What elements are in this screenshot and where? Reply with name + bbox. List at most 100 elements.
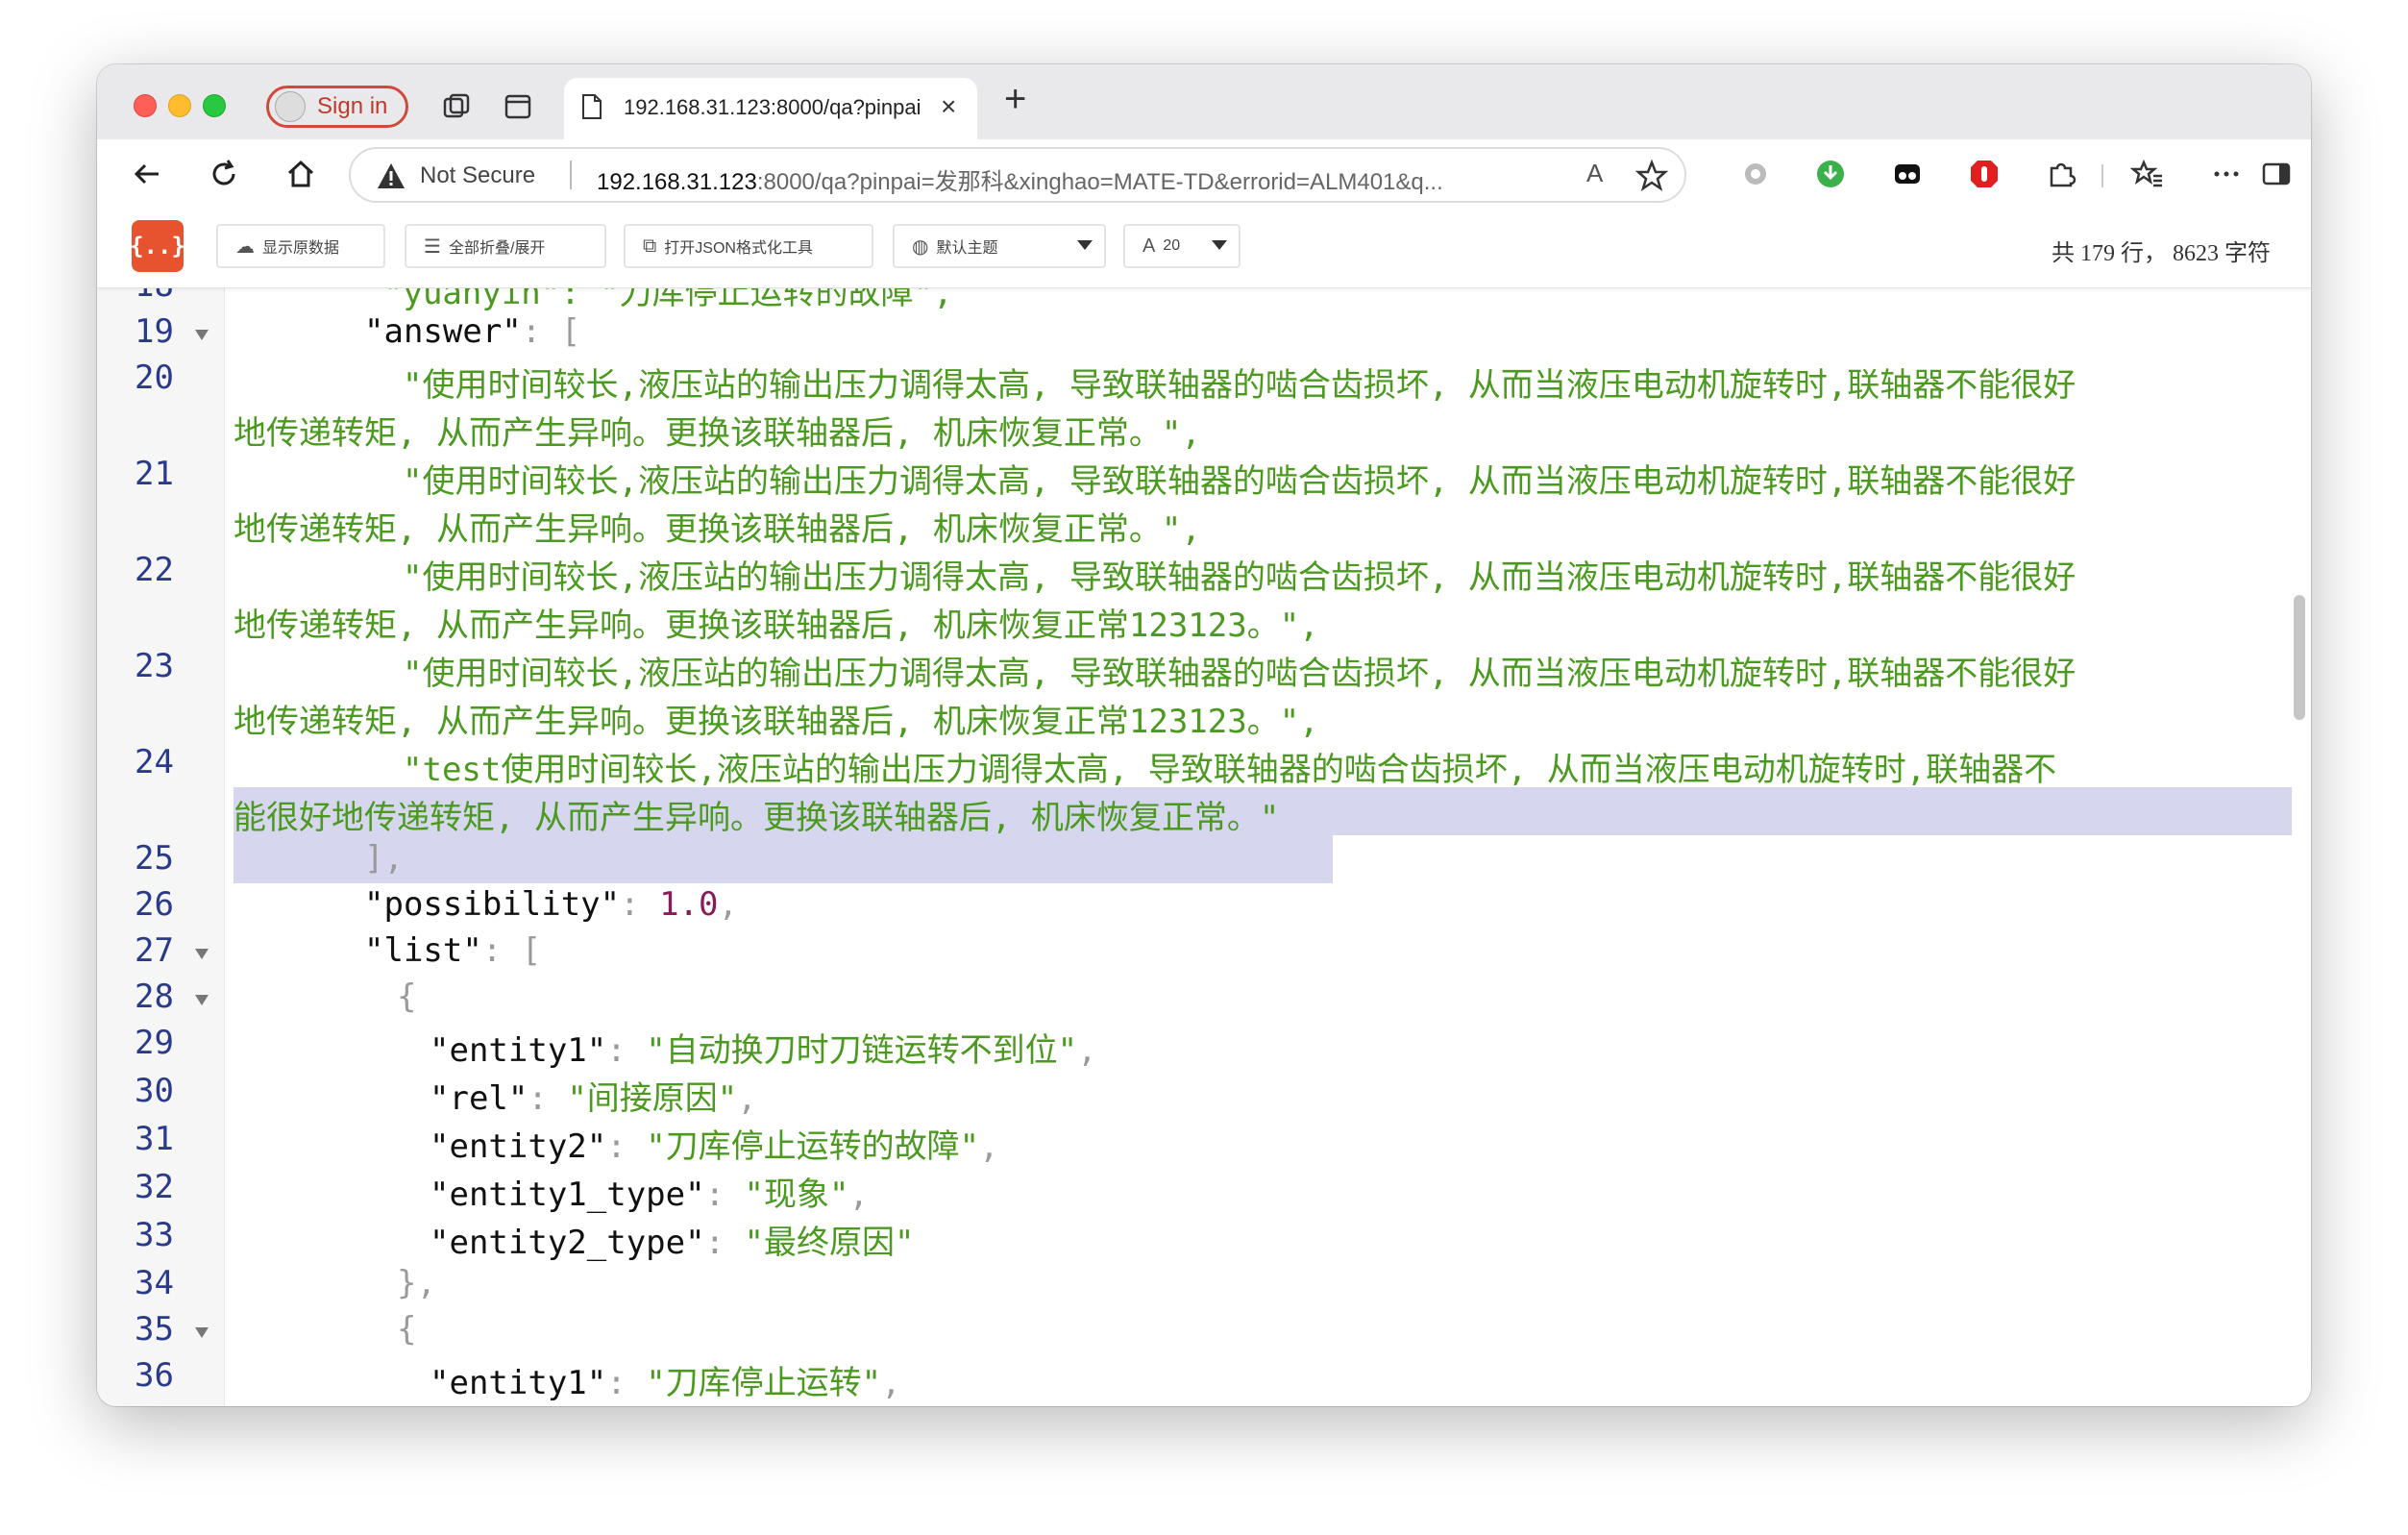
tab-bar: Sign in 192.168.31.123:8000/qa?pinpai × … xyxy=(97,64,2311,139)
code-line: "answer": [ xyxy=(364,312,581,351)
line-number: 28 xyxy=(135,978,174,1016)
url-rest: :8000/qa?pinpai=发那科&xinghao=MATE-TD&erro… xyxy=(756,169,1443,195)
json-string: "现象" xyxy=(744,1176,849,1214)
star-icon[interactable] xyxy=(1634,159,1669,193)
extension-icon[interactable] xyxy=(1738,157,1773,191)
workspaces-icon[interactable] xyxy=(439,89,474,124)
line-number: 19 xyxy=(135,312,174,351)
chevron-down-icon xyxy=(1077,240,1093,250)
read-aloud-icon[interactable]: A xyxy=(1586,159,1603,188)
line-number: 36 xyxy=(135,1356,174,1395)
fold-arrow-icon[interactable] xyxy=(195,330,209,340)
theme-select[interactable]: ◍ 默认主题 xyxy=(893,224,1106,268)
code-line: "使用时间较长,液压站的输出压力调得太高, 导致联轴器的啮合齿损坏, 从而当液压… xyxy=(403,462,2076,501)
code-line: "possibility": 1.0, xyxy=(364,885,738,924)
divider xyxy=(570,161,572,189)
line-number: 22 xyxy=(135,551,174,589)
close-window-button[interactable] xyxy=(134,94,157,117)
code-line-wrap: 地传递转矩, 从而产生异响。更换该联轴器后, 机床恢复正常123123。", xyxy=(233,607,1319,645)
sign-in-button[interactable]: Sign in xyxy=(266,86,408,128)
fold-all-label: 全部折叠/展开 xyxy=(448,240,546,257)
maximize-window-button[interactable] xyxy=(203,94,226,117)
json-key: "rel" xyxy=(430,1079,528,1118)
code-area[interactable]: "yuanyin": "刀库停止运转的故障", "answer": [ "使用时… xyxy=(233,274,2292,1406)
fold-arrow-icon[interactable] xyxy=(195,995,209,1005)
json-string: "间接原因" xyxy=(567,1079,738,1118)
url-host: 192.168.31.123 xyxy=(597,169,757,195)
open-json-tool-button[interactable]: ⧉ 打开JSON格式化工具 xyxy=(624,224,873,268)
security-label[interactable]: Not Secure xyxy=(420,162,535,189)
json-editor[interactable]: 18 19 20 21 22 23 24 25 26 27 28 29 30 3… xyxy=(97,266,2311,1406)
code-line: }, xyxy=(397,1264,436,1302)
home-icon[interactable] xyxy=(283,157,318,191)
fold-icon: ☰ xyxy=(424,235,441,258)
code-line: "list": [ xyxy=(364,931,542,970)
address-bar[interactable]: Not Secure 192.168.31.123:8000/qa?pinpai… xyxy=(349,147,1686,203)
line-number: 35 xyxy=(135,1310,174,1349)
sidebar-icon[interactable] xyxy=(2259,157,2294,191)
tab-title: 192.168.31.123:8000/qa?pinpai xyxy=(624,95,921,119)
line-number-gutter: 18 19 20 21 22 23 24 25 26 27 28 29 30 3… xyxy=(97,266,225,1406)
line-number: 25 xyxy=(135,839,174,878)
json-handle-logo: {..} xyxy=(130,220,185,272)
line-number: 21 xyxy=(135,455,174,493)
back-icon[interactable] xyxy=(130,157,164,191)
json-string: "刀库停止运转的故障" xyxy=(646,1127,980,1166)
code-line: ], xyxy=(364,839,404,878)
line-number: 20 xyxy=(135,359,174,397)
font-size-select[interactable]: A 20 xyxy=(1123,224,1241,268)
browser-window: Sign in 192.168.31.123:8000/qa?pinpai × … xyxy=(97,64,2311,1406)
line-number: 23 xyxy=(135,647,174,685)
font-size-value: 20 xyxy=(1163,237,1181,254)
line-number: 31 xyxy=(135,1120,174,1158)
json-string: "刀库停止运转" xyxy=(646,1364,882,1402)
page-icon xyxy=(582,94,602,119)
json-key: "entity1" xyxy=(430,1031,607,1070)
line-number: 27 xyxy=(135,931,174,970)
line-number: 26 xyxy=(135,885,174,924)
active-tab[interactable]: 192.168.31.123:8000/qa?pinpai × xyxy=(564,78,977,139)
more-icon[interactable] xyxy=(2209,157,2244,191)
vertical-scrollbar[interactable] xyxy=(2294,595,2305,720)
warning-icon[interactable] xyxy=(376,161,406,190)
close-tab-icon[interactable]: × xyxy=(941,91,956,122)
toolbar-divider xyxy=(2101,164,2103,187)
json-key: "list" xyxy=(364,931,482,970)
adblock-icon[interactable] xyxy=(1967,157,2002,191)
line-number: 24 xyxy=(135,743,174,781)
minimize-window-button[interactable] xyxy=(168,94,191,117)
code-line: "entity1": "刀库停止运转", xyxy=(430,1364,901,1402)
fold-all-button[interactable]: ☰ 全部折叠/展开 xyxy=(405,224,606,268)
document-stats: 共 179 行， 8623 字符 xyxy=(2052,241,2271,266)
json-key: "entity1_type" xyxy=(430,1176,705,1214)
code-line: { xyxy=(397,1310,417,1349)
collections-icon[interactable] xyxy=(1890,157,1925,191)
navigation-bar: Not Secure 192.168.31.123:8000/qa?pinpai… xyxy=(97,139,2311,210)
code-line: "entity2_type": "最终原因" xyxy=(430,1224,915,1262)
json-key: "possibility" xyxy=(364,885,621,924)
new-tab-button[interactable]: + xyxy=(1004,78,1026,121)
puzzle-icon[interactable] xyxy=(2044,157,2078,191)
json-key: "answer" xyxy=(364,312,522,351)
line-number: 32 xyxy=(135,1168,174,1206)
json-key: "entity1" xyxy=(430,1364,607,1402)
fold-arrow-icon[interactable] xyxy=(195,1327,209,1338)
code-line-wrap: 地传递转矩, 从而产生异响。更换该联轴器后, 机床恢复正常123123。", xyxy=(233,703,1319,741)
favorites-icon[interactable] xyxy=(2130,157,2165,191)
code-line-selected-wrap: 能很好地传递转矩, 从而产生异响。更换该联轴器后, 机床恢复正常。" xyxy=(233,799,1280,837)
json-string: "最终原因" xyxy=(744,1224,915,1262)
download-icon[interactable] xyxy=(1813,157,1848,191)
reload-icon[interactable] xyxy=(207,157,241,191)
json-string: "自动换刀时刀链运转不到位" xyxy=(646,1031,1078,1070)
code-line: "使用时间较长,液压站的输出压力调得太高, 导致联轴器的啮合齿损坏, 从而当液压… xyxy=(403,558,2076,597)
chevron-down-icon xyxy=(1212,240,1227,250)
url-text[interactable]: 192.168.31.123:8000/qa?pinpai=发那科&xingha… xyxy=(597,162,1558,196)
line-number: 30 xyxy=(135,1072,174,1110)
code-line: { xyxy=(397,978,417,1016)
show-raw-button[interactable]: ☁ 显示原数据 xyxy=(216,224,385,268)
code-line-wrap: 地传递转矩, 从而产生异响。更换该联轴器后, 机床恢复正常。", xyxy=(233,414,1201,453)
fold-arrow-icon[interactable] xyxy=(195,949,209,959)
tab-actions-icon[interactable] xyxy=(501,89,535,124)
line-number: 29 xyxy=(135,1024,174,1062)
sign-in-label: Sign in xyxy=(317,93,388,119)
